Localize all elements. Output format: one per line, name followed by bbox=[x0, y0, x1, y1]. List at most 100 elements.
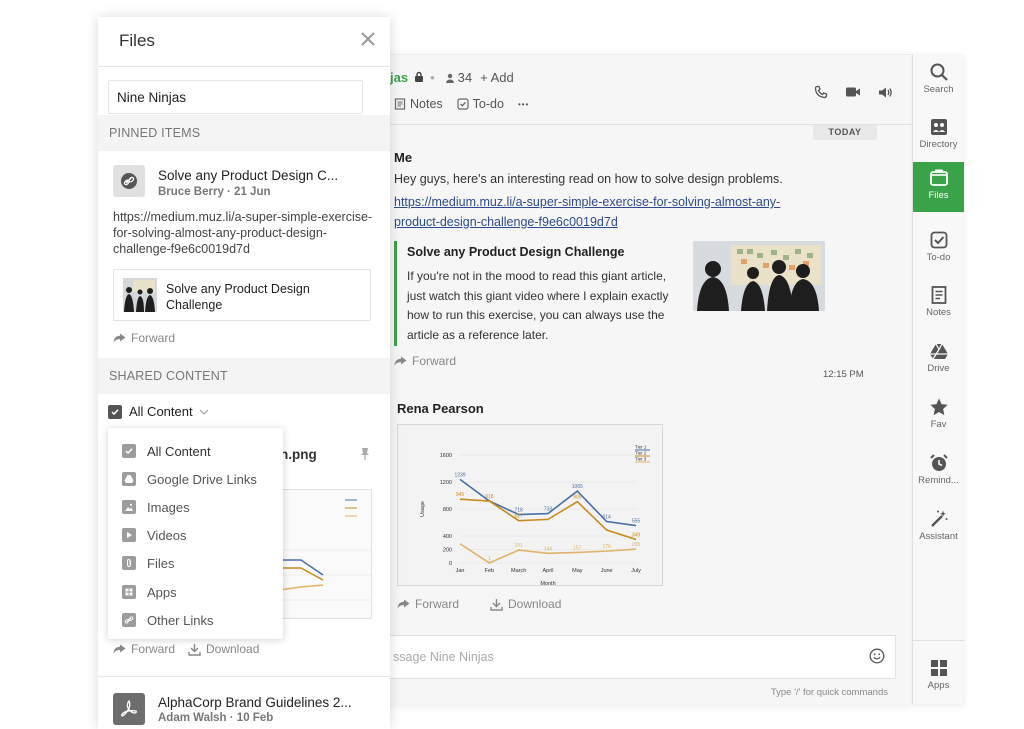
forward-icon bbox=[113, 333, 126, 343]
pin-icon[interactable] bbox=[360, 447, 370, 461]
sidebar-item-search[interactable]: Search bbox=[913, 56, 964, 106]
tab-todo-label: To-do bbox=[472, 97, 504, 111]
sidebar-item-todo[interactable]: To-do bbox=[913, 224, 964, 274]
data-label: 909 bbox=[573, 495, 582, 501]
x-tick-label: Feb bbox=[485, 568, 494, 574]
member-count[interactable]: 34 bbox=[445, 70, 472, 85]
pinned-forward-button[interactable]: Forward bbox=[113, 331, 175, 345]
pinned-link-card[interactable]: Solve any Product Design Challenge bbox=[113, 269, 371, 321]
menu-item-label: Images bbox=[147, 499, 190, 515]
wand-icon bbox=[930, 510, 947, 527]
more-options-button[interactable]: ••• bbox=[518, 100, 529, 109]
date-divider: TODAY bbox=[813, 125, 877, 140]
sidebar-item-drive[interactable]: Drive bbox=[913, 335, 964, 385]
download-label: Download bbox=[508, 597, 562, 611]
pinned-section-label: PINNED ITEMS bbox=[98, 115, 390, 151]
menu-item-label: Files bbox=[147, 555, 175, 571]
menu-item-images[interactable]: Images bbox=[122, 497, 277, 517]
message-link[interactable]: https://medium.muz.li/a-super-simple-exe… bbox=[394, 192, 814, 232]
y-tick-label: 400 bbox=[443, 534, 452, 540]
sidebar-item-label: To-do bbox=[926, 252, 951, 263]
forward-icon bbox=[397, 599, 410, 609]
link-icon bbox=[113, 165, 145, 197]
download-button[interactable]: Download bbox=[490, 597, 561, 611]
x-tick-label: Jan bbox=[456, 568, 465, 574]
menu-item-apps[interactable]: Apps bbox=[122, 582, 277, 602]
data-label: 733 bbox=[544, 507, 553, 513]
sidebar-item-directory[interactable]: Directory bbox=[913, 111, 964, 161]
forward-button[interactable]: Forward bbox=[394, 354, 456, 368]
forward-label: Forward bbox=[131, 331, 176, 345]
room-tabs: Notes To-do ••• bbox=[394, 97, 543, 111]
shared-file-name[interactable]: n.png bbox=[280, 447, 317, 462]
drive-icon bbox=[929, 343, 948, 360]
forward-label: Forward bbox=[131, 642, 176, 656]
sidebar-item-notes[interactable]: Notes bbox=[913, 279, 964, 329]
link-preview-image[interactable] bbox=[693, 241, 825, 311]
shared-download-button[interactable]: Download bbox=[188, 642, 259, 656]
video-camera-icon[interactable] bbox=[844, 83, 862, 101]
menu-item-videos[interactable]: Videos bbox=[122, 525, 277, 545]
right-sidebar: Search Directory Files To-do Notes Drive… bbox=[912, 54, 964, 704]
x-tick-label: April bbox=[542, 568, 553, 574]
shared-forward-button[interactable]: Forward bbox=[113, 642, 175, 656]
y-tick-label: 1200 bbox=[440, 480, 452, 486]
legend-entry: Tier 1 bbox=[635, 445, 647, 450]
content-filter-menu: All Content Google Drive Links Images Vi… bbox=[108, 428, 283, 639]
legend-entry: Tier 3 bbox=[635, 457, 647, 462]
phone-icon[interactable] bbox=[812, 83, 830, 101]
x-tick-label: July bbox=[631, 568, 641, 574]
chat-header: jas • 34 + Add Notes To-do ••• bbox=[380, 55, 912, 125]
room-name[interactable]: jas bbox=[390, 70, 408, 85]
composer-hint: Type '/' for quick commands bbox=[770, 687, 888, 698]
sidebar-item-apps[interactable]: Apps bbox=[913, 652, 964, 702]
pinned-item-url[interactable]: https://medium.muz.li/a-super-simple-exe… bbox=[113, 209, 375, 257]
pinned-item-title[interactable]: Solve any Product Design C... bbox=[158, 168, 338, 183]
menu-item-label: Other Links bbox=[147, 612, 214, 628]
forward-label: Forward bbox=[412, 354, 457, 368]
sidebar-item-reminders[interactable]: Remind... bbox=[913, 447, 964, 497]
close-icon[interactable] bbox=[360, 31, 376, 47]
menu-item-google-drive-links[interactable]: Google Drive Links bbox=[122, 469, 277, 489]
message-sender-2[interactable]: Rena Pearson bbox=[397, 401, 484, 416]
x-tick-label: March bbox=[511, 568, 526, 574]
menu-item-other-links[interactable]: Other Links bbox=[122, 610, 277, 630]
data-label: 718 bbox=[514, 508, 523, 514]
chart-attachment[interactable]: 0 200 400 800 1200 1600 Jan Feb March April May Jun… bbox=[397, 424, 663, 587]
sidebar-item-label: Files bbox=[928, 190, 949, 201]
files-search-input[interactable] bbox=[108, 80, 363, 114]
message-sender[interactable]: Me bbox=[394, 150, 412, 165]
speaker-icon[interactable] bbox=[876, 83, 894, 101]
sidebar-item-label: Directory bbox=[919, 139, 958, 150]
menu-item-files[interactable]: Files bbox=[122, 553, 277, 573]
directory-icon bbox=[930, 119, 947, 135]
files-header: Files bbox=[98, 17, 390, 67]
message-composer[interactable]: ssage Nine Ninjas bbox=[380, 635, 896, 679]
alarm-icon bbox=[929, 454, 948, 471]
apps-icon bbox=[930, 660, 947, 676]
menu-item-all-content[interactable]: All Content bbox=[122, 441, 277, 461]
emoji-icon[interactable] bbox=[869, 648, 885, 669]
person-icon bbox=[445, 73, 454, 83]
file-item-meta: Adam Walsh · 10 Feb bbox=[158, 712, 274, 724]
sidebar-item-assistant[interactable]: Assistant bbox=[913, 503, 964, 553]
sidebar-item-fav[interactable]: Fav bbox=[913, 391, 964, 441]
file-item-title[interactable]: AlphaCorp Brand Guidelines 2... bbox=[158, 695, 352, 710]
sidebar-item-label: Notes bbox=[926, 307, 951, 318]
star-icon bbox=[929, 398, 948, 416]
forward-button-2[interactable]: Forward bbox=[397, 597, 459, 611]
x-tick-label: May bbox=[572, 568, 583, 574]
checkbox-icon bbox=[122, 444, 136, 458]
filter-label: All Content bbox=[129, 404, 193, 419]
message-text: Hey guys, here's an interesting read on … bbox=[394, 172, 783, 186]
paperclip-icon bbox=[122, 556, 136, 570]
menu-item-label: Videos bbox=[147, 527, 187, 543]
link-preview[interactable]: Solve any Product Design Challenge If yo… bbox=[394, 241, 834, 346]
add-member-button[interactable]: + Add bbox=[480, 70, 514, 85]
sidebar-item-files[interactable]: Files bbox=[913, 162, 964, 212]
tab-notes[interactable]: Notes bbox=[394, 97, 443, 111]
data-label: 945 bbox=[456, 492, 465, 498]
chat-window: jas • 34 + Add Notes To-do ••• TODAY Me … bbox=[380, 54, 912, 704]
content-filter-dropdown[interactable]: All Content bbox=[108, 404, 209, 419]
tab-todo[interactable]: To-do bbox=[457, 97, 504, 111]
